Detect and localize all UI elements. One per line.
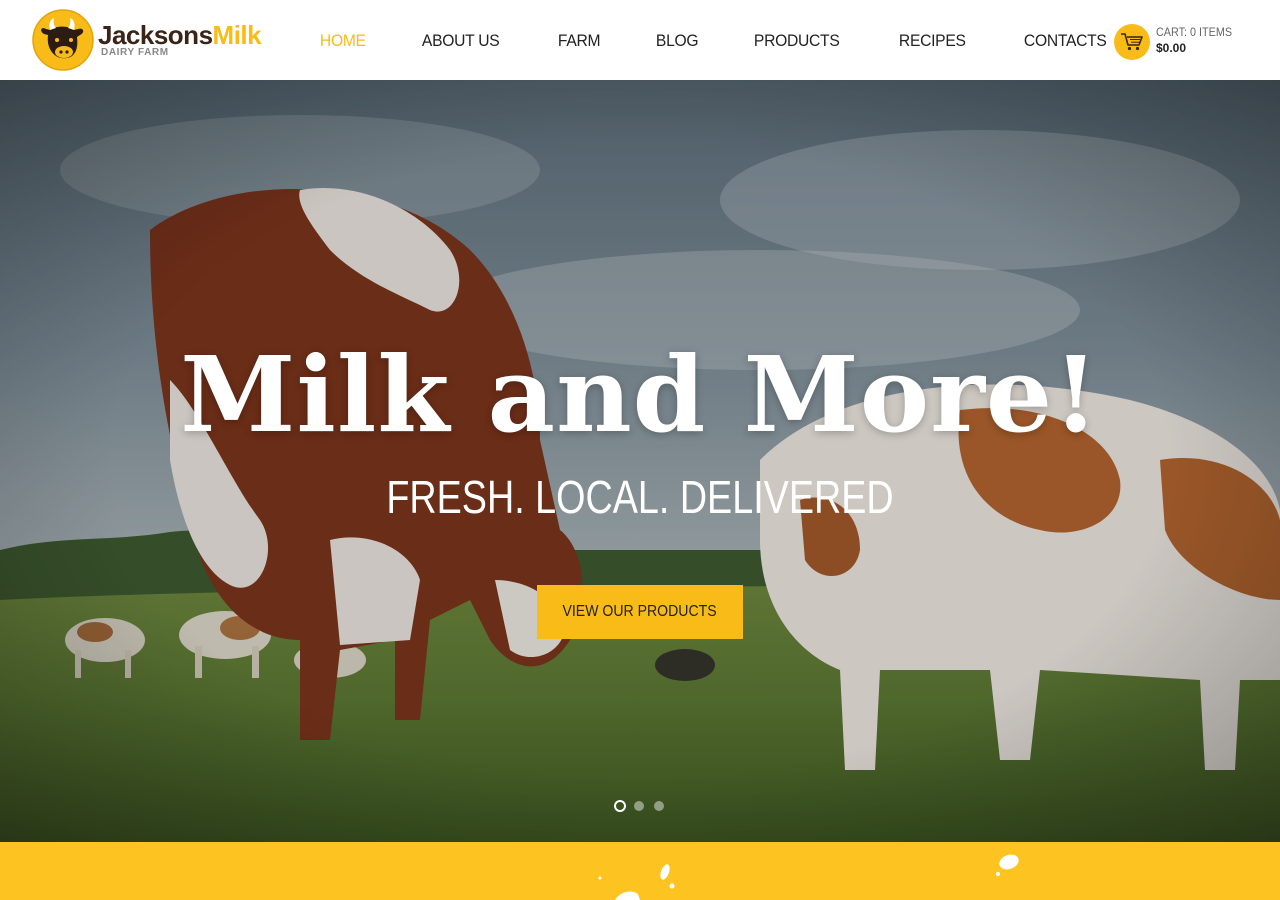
- hero-slider: Milk and More! FRESH. LOCAL. DELIVERED V…: [0, 80, 1280, 842]
- slider-dot-1[interactable]: [614, 800, 626, 812]
- nav-item-about-us[interactable]: ABOUT US: [398, 0, 523, 80]
- hero-title: Milk and More!: [180, 333, 1100, 456]
- cart-items-count: CART: 0 ITEMS: [1156, 25, 1233, 39]
- slider-dot-3[interactable]: [654, 801, 664, 811]
- nav-item-farm[interactable]: FARM: [534, 0, 624, 80]
- view-products-button-label: VIEW OUR PRODUCTS: [562, 603, 718, 620]
- logo-name-part1: Jacksons: [98, 20, 213, 50]
- logo-tagline: DAIRY FARM: [101, 47, 169, 58]
- cart-total: $0.00: [1156, 41, 1187, 55]
- nav-item-recipes[interactable]: RECIPES: [875, 0, 990, 80]
- milk-splash-decoration: [598, 854, 1019, 900]
- slider-dot-2[interactable]: [634, 801, 644, 811]
- hero-overlay: [0, 80, 1280, 842]
- nav-item-products[interactable]: PRODUCTS: [730, 0, 863, 80]
- shopping-cart-icon: [1114, 24, 1150, 60]
- nav-item-home[interactable]: HOME: [296, 0, 390, 80]
- cow-logo-icon: [32, 9, 94, 71]
- cart-widget[interactable]: CART: 0 ITEMS $0.00: [1114, 23, 1254, 61]
- logo-wordmark: JacksonsMilk: [98, 20, 262, 50]
- view-products-button[interactable]: VIEW OUR PRODUCTS: [537, 585, 743, 639]
- hero-subtitle: FRESH. LOCAL. DELIVERED: [386, 471, 894, 523]
- milk-splash-band: [0, 842, 1280, 900]
- site-logo[interactable]: JacksonsMilk DAIRY FARM: [32, 9, 282, 71]
- main-nav: HOME ABOUT US FARM BLOG PRODUCTS RECIPES…: [296, 0, 1141, 80]
- site-header: JacksonsMilk DAIRY FARM HOME ABOUT US FA…: [0, 0, 1280, 80]
- logo-name-part2: Milk: [212, 20, 262, 50]
- nav-item-blog[interactable]: BLOG: [632, 0, 722, 80]
- slider-pagination: [612, 800, 672, 814]
- nav-item-contacts[interactable]: CONTACTS: [1000, 0, 1130, 80]
